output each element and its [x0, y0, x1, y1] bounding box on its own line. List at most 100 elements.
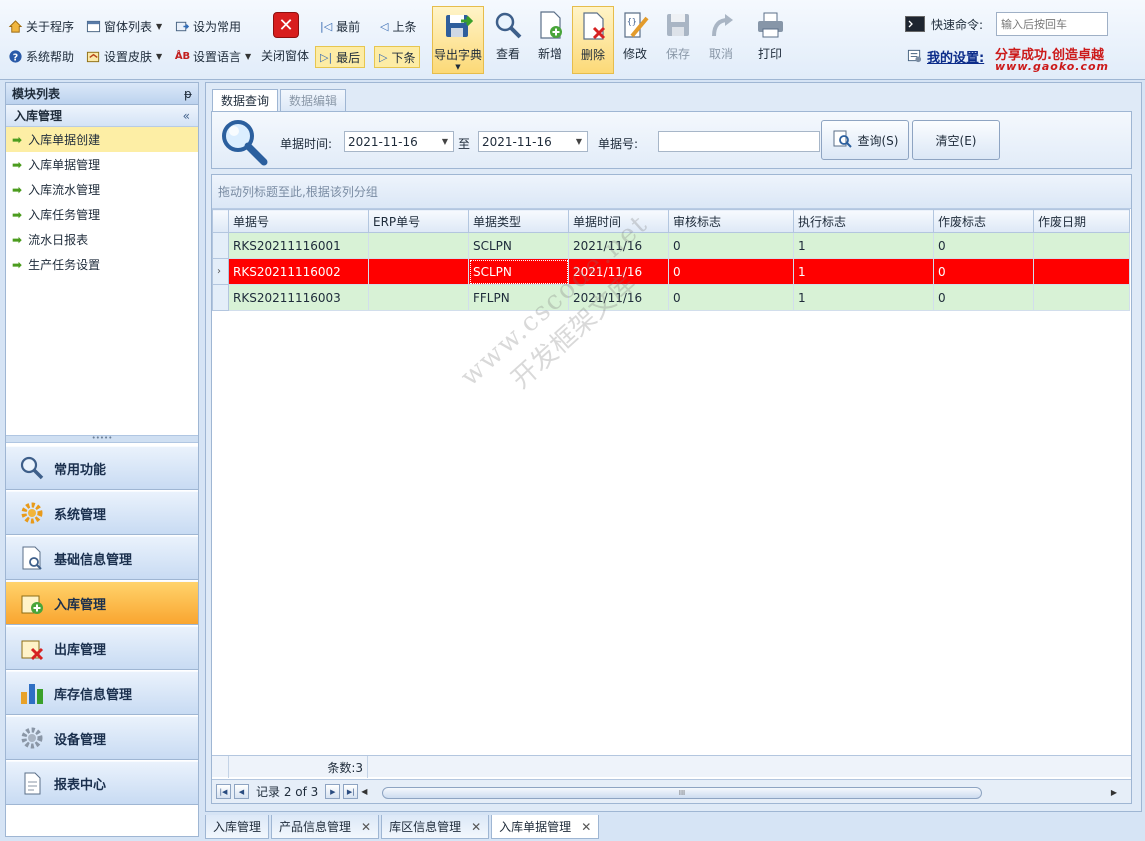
delete-button[interactable]: 删除 — [572, 6, 614, 74]
doc-tab-inbound[interactable]: 入库管理 — [205, 815, 270, 839]
close-icon[interactable]: ✕ — [361, 820, 371, 834]
cell-void-date[interactable] — [1033, 232, 1130, 259]
cell-doc-type[interactable]: FFLPN — [468, 284, 569, 311]
menu-item-inbound-flow[interactable]: ➡ 入库流水管理 — [6, 177, 198, 202]
scroll-thumb[interactable]: III — [382, 786, 982, 799]
cell-void-flag[interactable]: 0 — [933, 258, 1034, 285]
window-list-button[interactable]: 窗体列表 ▼ — [86, 15, 162, 37]
doc-tab-area-info[interactable]: 库区信息管理 ✕ — [381, 815, 490, 839]
row-indicator[interactable] — [212, 284, 229, 311]
doc-tab-inbound-docs[interactable]: 入库单据管理 ✕ — [491, 815, 600, 839]
menu-item-production-task[interactable]: ➡ 生产任务设置 — [6, 252, 198, 277]
scroll-left-icon[interactable]: ◀ — [361, 787, 367, 796]
col-doc-type[interactable]: 单据类型 — [468, 209, 569, 233]
cell-erp-number[interactable] — [368, 258, 469, 285]
cell-void-flag[interactable]: 0 — [933, 232, 1034, 259]
panel-splitter[interactable]: ••••• — [6, 435, 198, 443]
set-language-button[interactable]: ÅB 设置语言 ▼ — [175, 45, 251, 67]
nav-group-reports[interactable]: 报表中心 — [6, 761, 198, 805]
nav-group-inventory[interactable]: 库存信息管理 — [6, 671, 198, 715]
save-button[interactable]: 保存 — [657, 6, 699, 74]
menu-item-manage-inbound[interactable]: ➡ 入库单据管理 — [6, 152, 198, 177]
tab-data-query[interactable]: 数据查询 — [212, 89, 279, 111]
row-indicator[interactable] — [212, 232, 229, 259]
cell-doc-time[interactable]: 2021/11/16 — [568, 284, 669, 311]
col-audit-flag[interactable]: 审核标志 — [668, 209, 794, 233]
date-from-picker[interactable]: 2021-11-16 ▼ — [344, 131, 454, 152]
group-by-area[interactable]: 拖动列标题至此,根据该列分组 — [212, 175, 1131, 209]
cell-audit-flag[interactable]: 0 — [668, 258, 794, 285]
dropdown-arrow-icon[interactable]: ▼ — [442, 137, 448, 146]
nav-next-icon[interactable]: ▶ — [325, 784, 341, 799]
date-to-picker[interactable]: 2021-11-16 ▼ — [478, 131, 588, 152]
nav-group-common[interactable]: 常用功能 — [6, 446, 198, 490]
query-button[interactable]: 查询(S) — [821, 120, 909, 160]
cell-doc-type[interactable]: SCLPN — [468, 258, 569, 285]
horizontal-scrollbar[interactable]: III ▶ — [372, 786, 1117, 799]
col-exec-flag[interactable]: 执行标志 — [793, 209, 934, 233]
group-header-inbound[interactable]: 入库管理 « — [6, 105, 198, 127]
table-row[interactable]: RKS20211116003 FFLPN 2021/11/16 0 1 0 — [212, 284, 1130, 311]
nav-last-icon[interactable]: ▶| — [343, 784, 359, 799]
nav-group-outbound[interactable]: 出库管理 — [6, 626, 198, 670]
nav-group-equipment[interactable]: 设备管理 — [6, 716, 198, 760]
table-row[interactable]: RKS20211116001 SCLPN 2021/11/16 0 1 0 — [212, 232, 1130, 259]
clear-button[interactable]: 清空(E) — [912, 120, 1000, 160]
col-erp-number[interactable]: ERP单号 — [368, 209, 469, 233]
cell-doc-time[interactable]: 2021/11/16 — [568, 258, 669, 285]
table-row-selected[interactable]: › RKS20211116002 SCLPN 2021/11/16 0 1 0 — [212, 258, 1130, 285]
menu-item-inbound-tasks[interactable]: ➡ 入库任务管理 — [6, 202, 198, 227]
cell-audit-flag[interactable]: 0 — [668, 232, 794, 259]
cell-void-date[interactable] — [1033, 284, 1130, 311]
last-record-button[interactable]: ▷| 最后 — [315, 46, 366, 68]
row-indicator-current[interactable]: › — [212, 258, 229, 285]
set-common-button[interactable]: 设为常用 — [175, 15, 241, 37]
prev-record-button[interactable]: ◁ 上条 — [376, 15, 420, 37]
close-icon[interactable]: ✕ — [581, 820, 591, 834]
edit-button[interactable]: {} 修改 — [614, 6, 656, 74]
col-void-flag[interactable]: 作废标志 — [933, 209, 1034, 233]
doc-number-input[interactable] — [658, 131, 820, 152]
first-record-button[interactable]: |◁ 最前 — [316, 15, 364, 37]
menu-item-daily-report[interactable]: ➡ 流水日报表 — [6, 227, 198, 252]
about-program-button[interactable]: 关于程序 — [8, 15, 74, 37]
col-doc-time[interactable]: 单据时间 — [568, 209, 669, 233]
collapse-icon[interactable]: « — [183, 109, 190, 123]
scroll-right-icon[interactable]: ▶ — [1111, 788, 1117, 797]
next-record-button[interactable]: ▷ 下条 — [374, 46, 421, 68]
nav-group-system[interactable]: 系统管理 — [6, 491, 198, 535]
cell-erp-number[interactable] — [368, 232, 469, 259]
cell-doc-time[interactable]: 2021/11/16 — [568, 232, 669, 259]
print-button[interactable]: 打印 — [749, 6, 791, 74]
close-icon[interactable]: ✕ — [471, 820, 481, 834]
cell-doc-number[interactable]: RKS20211116001 — [228, 232, 369, 259]
menu-item-create-inbound[interactable]: ➡ 入库单据创建 — [6, 127, 198, 152]
col-void-date[interactable]: 作废日期 — [1033, 209, 1130, 233]
cell-void-date[interactable] — [1033, 258, 1130, 285]
cell-doc-type[interactable]: SCLPN — [468, 232, 569, 259]
nav-group-base-info[interactable]: 基础信息管理 — [6, 536, 198, 580]
tab-data-edit[interactable]: 数据编辑 — [280, 89, 347, 111]
cell-doc-number[interactable]: RKS20211116002 — [228, 258, 369, 285]
quick-command-input[interactable] — [996, 12, 1108, 36]
cell-exec-flag[interactable]: 1 — [793, 232, 934, 259]
dropdown-arrow-icon[interactable]: ▼ — [576, 137, 582, 146]
close-window-label[interactable]: 关闭窗体 — [261, 44, 309, 66]
pin-icon[interactable]: ᵽ — [184, 87, 192, 101]
view-button[interactable]: 查看 — [487, 6, 529, 74]
cell-doc-number[interactable]: RKS20211116003 — [228, 284, 369, 311]
system-help-button[interactable]: ? 系统帮助 — [8, 45, 74, 67]
nav-prev-icon[interactable]: ◀ — [234, 784, 249, 799]
cancel-button[interactable]: 取消 — [700, 6, 742, 74]
nav-first-icon[interactable]: |◀ — [216, 784, 231, 799]
export-dictionary-button[interactable]: 导出字典 ▼ — [432, 6, 484, 74]
set-skin-button[interactable]: 设置皮肤 ▼ — [86, 45, 162, 67]
col-doc-number[interactable]: 单据号 — [228, 209, 369, 233]
cell-exec-flag[interactable]: 1 — [793, 258, 934, 285]
doc-tab-product-info[interactable]: 产品信息管理 ✕ — [271, 815, 380, 839]
cell-erp-number[interactable] — [368, 284, 469, 311]
cell-void-flag[interactable]: 0 — [933, 284, 1034, 311]
cell-exec-flag[interactable]: 1 — [793, 284, 934, 311]
my-settings-link[interactable]: 我的设置: — [927, 47, 984, 66]
nav-group-inbound[interactable]: 入库管理 — [6, 581, 198, 625]
